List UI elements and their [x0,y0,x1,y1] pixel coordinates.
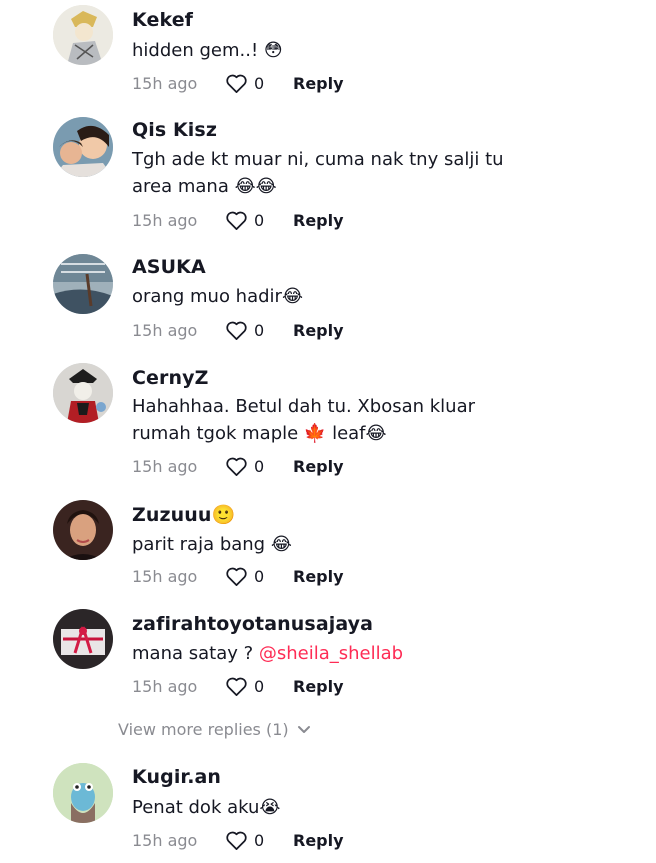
comment-time: 15h ago [132,567,198,586]
reply-button[interactable]: Reply [293,211,344,230]
comment-username[interactable]: Kekef [132,9,193,31]
like-count: 0 [254,566,265,586]
heart-outline-icon [226,211,247,230]
chevron-down-icon [297,725,310,733]
reply-button[interactable]: Reply [293,831,344,850]
comment-username[interactable]: ASUKA [132,256,206,278]
comment-username[interactable]: Zuzuuu🙂 [132,503,235,526]
view-more-replies-button[interactable]: View more replies (1) [118,720,311,739]
heart-outline-icon [226,831,247,850]
comment-text: mana satay ? @sheila_shellab [132,640,532,667]
comment-text: parit raja bang 😂 [132,534,292,555]
like-count: 0 [254,210,265,230]
heart-outline-icon [226,457,247,476]
avatar[interactable] [53,254,113,314]
like-count: 0 [254,676,265,696]
like-button[interactable]: 0 [225,209,267,231]
comment-time: 15h ago [132,321,198,340]
reply-button[interactable]: Reply [293,677,344,696]
like-button[interactable]: 0 [225,72,267,94]
reply-button[interactable]: Reply [293,457,344,476]
avatar[interactable] [53,363,113,423]
like-count: 0 [254,73,265,93]
reply-button[interactable]: Reply [293,321,344,340]
comment-text: Hahahhaa. Betul dah tu. Xbosan kluar rum… [132,396,481,444]
view-more-replies-label: View more replies (1) [118,720,289,739]
like-count: 0 [254,456,265,476]
reply-button[interactable]: Reply [293,567,344,586]
comment-text: orang muo hadir😂 [132,286,303,307]
avatar[interactable] [53,500,113,560]
heart-outline-icon [226,74,247,93]
comment-text: hidden gem..! 😳 [132,40,283,61]
avatar[interactable] [53,609,113,669]
heart-outline-icon [226,567,247,586]
like-count: 0 [254,320,265,340]
like-button[interactable]: 0 [225,829,267,851]
comment-username[interactable]: Kugir.an [132,766,221,788]
avatar[interactable] [53,5,113,65]
mention-link[interactable]: @sheila_shellab [259,643,403,664]
comment-username[interactable]: CernyZ [132,367,209,389]
like-button[interactable]: 0 [225,565,267,587]
comment-username[interactable]: zafirahtoyotanusajaya [132,613,373,635]
avatar[interactable] [53,117,113,177]
comment-username[interactable]: Qis Kisz [132,119,217,141]
heart-outline-icon [226,321,247,340]
comment-time: 15h ago [132,457,198,476]
like-button[interactable]: 0 [225,319,267,341]
like-button[interactable]: 0 [225,675,267,697]
comment-text: Tgh ade kt muar ni, cuma nak tny salji t… [132,149,510,197]
comment-time: 15h ago [132,74,198,93]
comment-text: Penat dok aku😭 [132,797,281,818]
like-count: 0 [254,830,265,850]
comment-time: 15h ago [132,677,198,696]
comment-time: 15h ago [132,831,198,850]
avatar[interactable] [53,763,113,823]
comment-time: 15h ago [132,211,198,230]
heart-outline-icon [226,677,247,696]
comment-text-body: mana satay ? [132,643,259,664]
reply-button[interactable]: Reply [293,74,344,93]
like-button[interactable]: 0 [225,455,267,477]
